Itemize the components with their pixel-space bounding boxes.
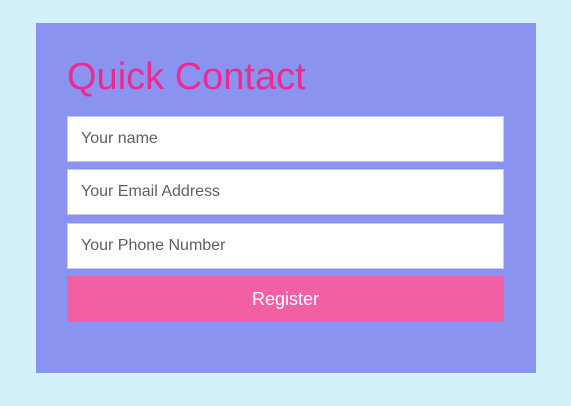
name-field[interactable] xyxy=(67,116,504,162)
register-button[interactable]: Register xyxy=(67,276,504,322)
page: Quick Contact Register xyxy=(0,0,571,406)
email-field[interactable] xyxy=(67,169,504,215)
form-title: Quick Contact xyxy=(67,56,306,98)
phone-field[interactable] xyxy=(67,223,504,269)
quick-contact-card: Quick Contact Register xyxy=(36,23,536,373)
